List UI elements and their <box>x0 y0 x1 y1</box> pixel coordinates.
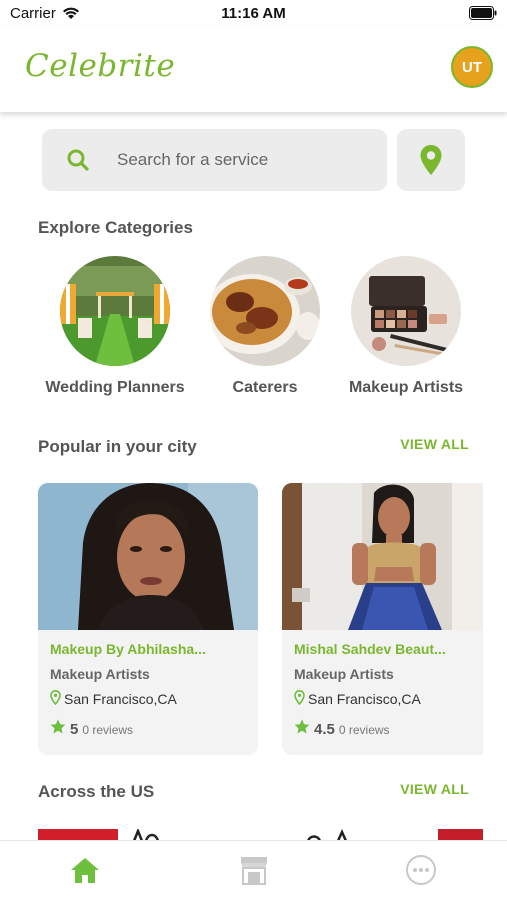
vendor-location: San Francisco,CA <box>294 689 421 708</box>
vendor-location-text: San Francisco,CA <box>64 691 177 707</box>
wedding-planners-image <box>60 256 170 366</box>
makeup-artists-image <box>351 256 461 366</box>
across-us-view-all-link[interactable]: VIEW ALL <box>400 781 469 797</box>
popular-view-all-link[interactable]: VIEW ALL <box>400 436 469 452</box>
vendor-rating: 5 0 reviews <box>50 719 133 739</box>
star-icon <box>294 719 310 739</box>
category-label: Caterers <box>232 379 298 396</box>
vendor-rating: 4.5 0 reviews <box>294 719 390 739</box>
search-placeholder: Search for a service <box>117 150 269 169</box>
user-avatar[interactable]: UT <box>451 46 493 88</box>
review-count: 0 reviews <box>82 723 134 737</box>
tab-vendors[interactable] <box>237 855 271 889</box>
bottom-tab-bar <box>0 840 507 900</box>
more-icon <box>405 854 437 891</box>
vendor-category: Makeup Artists <box>50 666 150 682</box>
home-icon <box>70 856 100 889</box>
vendor-name: Makeup By Abhilasha... <box>50 641 206 657</box>
category-caterers[interactable]: Caterers <box>195 256 335 397</box>
vendor-card[interactable]: Makeup By Abhilasha... Makeup Artists Sa… <box>38 483 258 755</box>
brand-logo: Celebrite <box>25 48 176 84</box>
vendor-location: San Francisco,CA <box>50 689 177 708</box>
app-header: Celebrite UT <box>0 26 507 112</box>
rating-value: 4.5 <box>314 721 335 738</box>
vendor-location-text: San Francisco,CA <box>308 691 421 707</box>
category-makeup-artists[interactable]: Makeup Artists <box>336 256 476 397</box>
vendor-photo <box>38 483 258 630</box>
tab-home[interactable] <box>68 855 102 889</box>
vendor-name: Mishal Sahdev Beaut... <box>294 641 446 657</box>
explore-categories-title: Explore Categories <box>38 218 193 237</box>
across-us-card-preview[interactable] <box>38 828 483 840</box>
status-bar: Carrier 11:16 AM <box>0 0 507 26</box>
rating-value: 5 <box>70 721 79 738</box>
vendor-card[interactable]: Mishal Sahdev Beaut... Makeup Artists Sa… <box>282 483 483 755</box>
category-wedding-planners[interactable]: Wedding Planners <box>45 256 185 397</box>
search-icon <box>66 148 90 177</box>
search-input[interactable]: Search for a service <box>42 129 387 191</box>
location-pin-icon <box>50 689 61 708</box>
category-label: Makeup Artists <box>348 379 464 396</box>
location-pin-icon <box>294 689 305 708</box>
status-time: 11:16 AM <box>221 5 286 22</box>
map-pin-icon <box>419 144 443 181</box>
review-count: 0 reviews <box>338 723 390 737</box>
vendor-photo <box>282 483 483 630</box>
tab-more[interactable] <box>404 854 438 891</box>
caterers-image <box>210 256 320 366</box>
battery-icon <box>469 6 497 25</box>
across-us-section-title: Across the US <box>38 782 155 801</box>
category-label: Wedding Planners <box>45 379 185 396</box>
popular-section-title: Popular in your city <box>38 437 197 456</box>
store-icon <box>238 854 270 891</box>
vendor-category: Makeup Artists <box>294 666 394 682</box>
star-icon <box>50 719 66 739</box>
location-button[interactable] <box>397 129 465 191</box>
